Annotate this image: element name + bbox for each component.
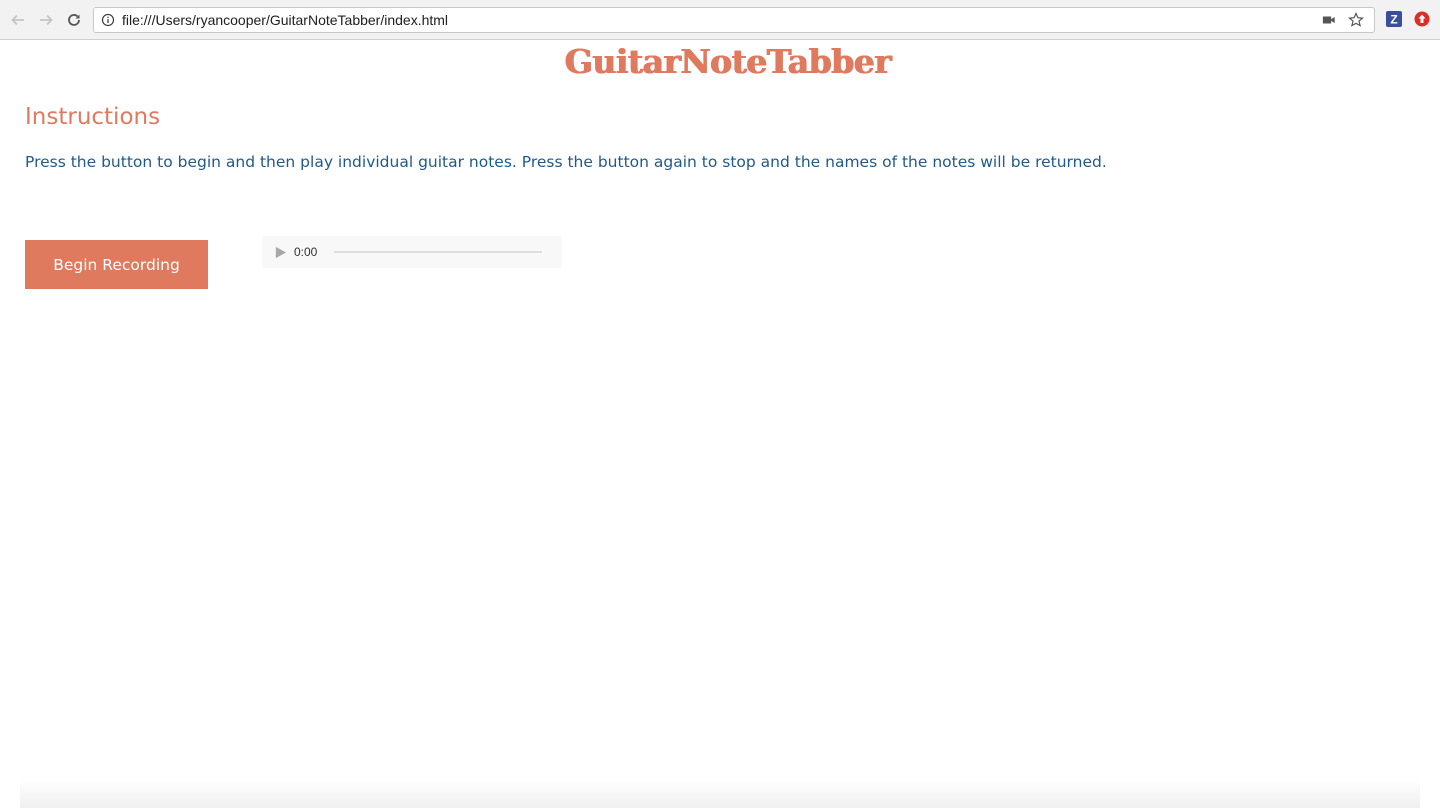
info-icon[interactable] [100, 12, 116, 28]
instructions-text: Press the button to begin and then play … [25, 153, 1107, 171]
bookmark-star-icon[interactable] [1347, 11, 1365, 29]
upload-extension-icon[interactable] [1414, 11, 1430, 27]
instructions-heading: Instructions [25, 104, 161, 130]
bottom-fade [20, 780, 1420, 808]
address-bar[interactable]: file:///Users/ryancooper/GuitarNoteTabbe… [93, 7, 1375, 33]
url-text[interactable]: file:///Users/ryancooper/GuitarNoteTabbe… [122, 12, 1320, 28]
forward-arrow-icon[interactable] [34, 8, 58, 32]
begin-recording-button[interactable]: Begin Recording [25, 240, 208, 289]
camera-icon[interactable] [1320, 11, 1338, 29]
play-icon[interactable] [273, 245, 287, 259]
audio-progress-track[interactable] [334, 251, 543, 253]
page-content: GuitarNoteTabber Instructions Press the … [0, 40, 1440, 808]
reload-icon[interactable] [62, 8, 86, 32]
audio-time: 0:00 [294, 245, 318, 259]
browser-toolbar: file:///Users/ryancooper/GuitarNoteTabbe… [0, 0, 1440, 40]
back-arrow-icon[interactable] [6, 8, 30, 32]
site-title: GuitarNoteTabber [564, 42, 892, 81]
zotero-extension-label: Z [1390, 13, 1397, 27]
audio-player: 0:00 [262, 236, 562, 268]
zotero-extension-icon[interactable]: Z [1386, 11, 1402, 27]
